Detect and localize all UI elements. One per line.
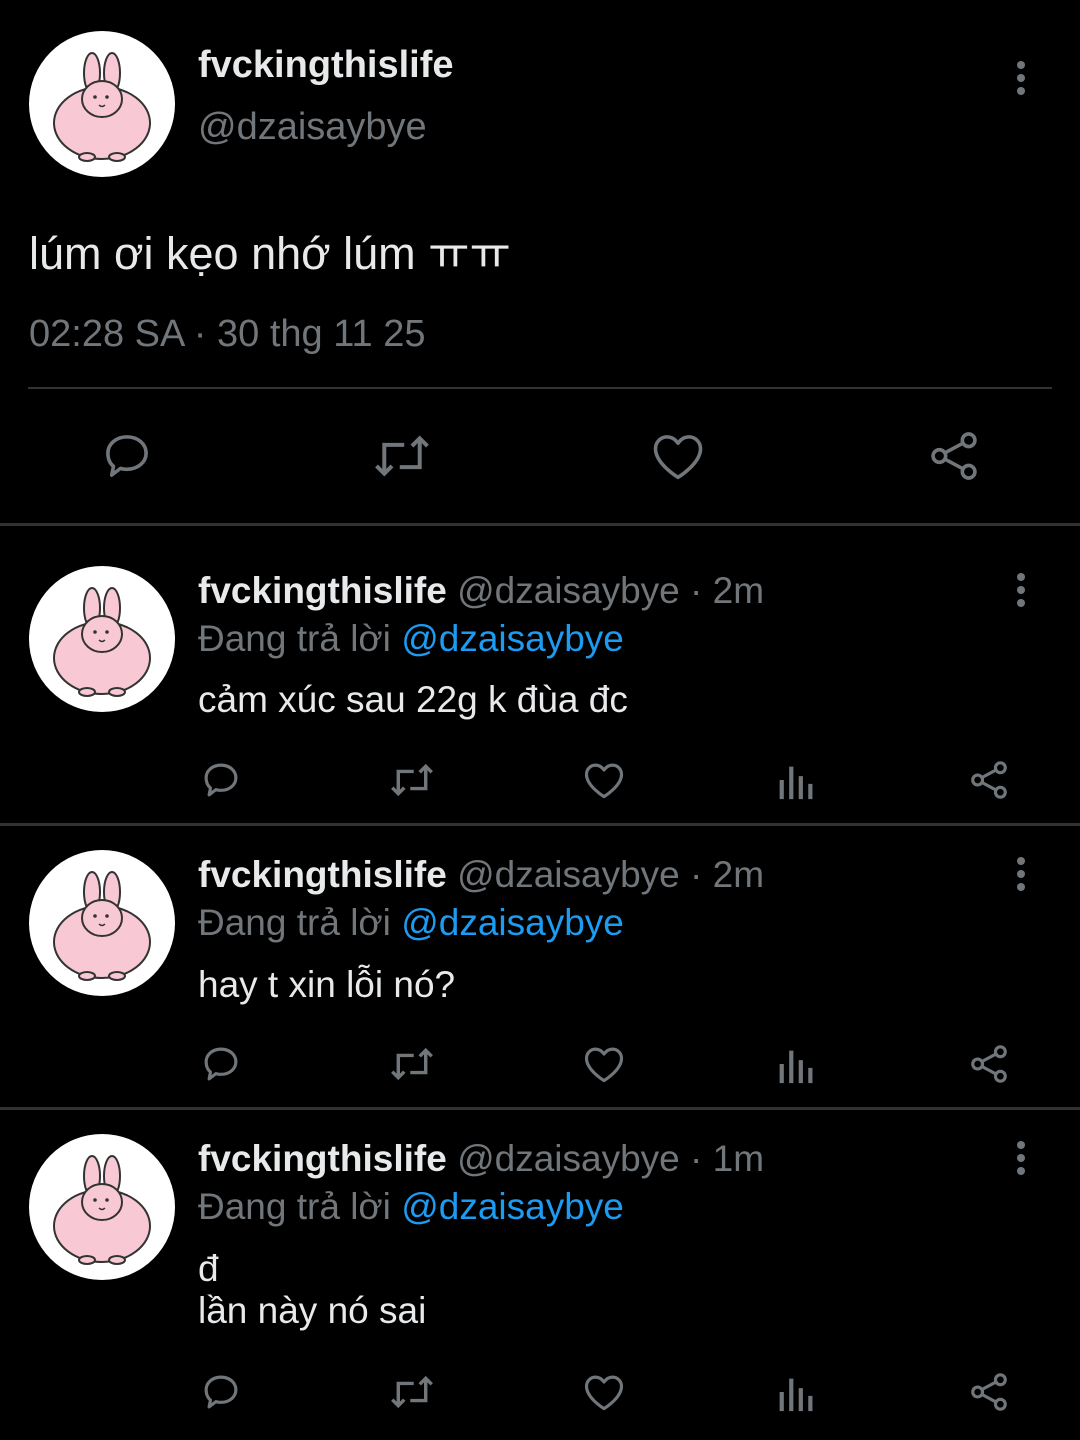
bunny-avatar-icon <box>53 52 151 162</box>
replying-to: Đang trả lời @dzaisaybye <box>198 902 624 944</box>
section-divider <box>0 823 1080 826</box>
divider <box>28 387 1052 389</box>
retweet-icon[interactable] <box>388 1371 436 1413</box>
display-name[interactable]: fvckingthislife <box>198 854 447 895</box>
share-icon[interactable] <box>927 429 981 483</box>
reply-header: fvckingthislife @dzaisaybye · 1m <box>198 1138 764 1180</box>
tweet-timestamp[interactable]: 02:28 SA · 30 thg 11 25 <box>29 313 426 356</box>
views-icon[interactable] <box>777 759 817 801</box>
views-icon[interactable] <box>777 1371 817 1413</box>
reply-text-line: cảm xúc sau 22g k đùa đc <box>198 679 628 720</box>
reply-header: fvckingthislife @dzaisaybye · 2m <box>198 570 764 612</box>
like-icon[interactable] <box>583 760 625 800</box>
share-icon[interactable] <box>968 1043 1010 1085</box>
like-icon[interactable] <box>583 1372 625 1412</box>
bunny-avatar-icon <box>53 871 151 981</box>
section-divider <box>0 1107 1080 1110</box>
avatar[interactable] <box>29 1134 175 1280</box>
share-icon[interactable] <box>968 759 1010 801</box>
bunny-avatar-icon <box>53 587 151 697</box>
replying-label: Đang trả lời <box>198 618 391 659</box>
reply-text-line: đ <box>198 1248 219 1289</box>
handle-time[interactable]: @dzaisaybye · 1m <box>457 1138 764 1179</box>
views-icon[interactable] <box>777 1043 817 1085</box>
mention-link[interactable]: @dzaisaybye <box>401 618 624 659</box>
handle-time[interactable]: @dzaisaybye · 2m <box>457 570 764 611</box>
replying-label: Đang trả lời <box>198 1186 391 1227</box>
reply-text: cảm xúc sau 22g k đùa đc <box>198 679 628 721</box>
more-options-icon[interactable] <box>1001 1133 1041 1183</box>
more-options-icon[interactable] <box>1001 849 1041 899</box>
reply-text: hay t xin lỗi nó? <box>198 964 455 1006</box>
more-options-icon[interactable] <box>1001 565 1041 615</box>
retweet-icon[interactable] <box>371 429 433 483</box>
reply-text-line: lần này nó sai <box>198 1290 427 1331</box>
display-name[interactable]: fvckingthislife <box>198 1138 447 1179</box>
reply-header: fvckingthislife @dzaisaybye · 2m <box>198 854 764 896</box>
display-name[interactable]: fvckingthislife <box>198 44 454 87</box>
mention-link[interactable]: @dzaisaybye <box>401 902 624 943</box>
replying-to: Đang trả lời @dzaisaybye <box>198 1186 624 1228</box>
handle-time[interactable]: @dzaisaybye · 2m <box>457 854 764 895</box>
share-icon[interactable] <box>968 1371 1010 1413</box>
reply-icon[interactable] <box>200 1043 242 1085</box>
more-options-icon[interactable] <box>1001 53 1041 103</box>
section-divider <box>0 523 1080 526</box>
replying-to: Đang trả lời @dzaisaybye <box>198 618 624 660</box>
display-name[interactable]: fvckingthislife <box>198 570 447 611</box>
like-icon[interactable] <box>583 1044 625 1084</box>
reply-text-line: hay t xin lỗi nó? <box>198 964 456 1005</box>
reply-icon[interactable] <box>100 429 154 483</box>
reply-text: đ lần này nó sai <box>198 1248 426 1332</box>
avatar[interactable] <box>29 850 175 996</box>
reply-icon[interactable] <box>200 1371 242 1413</box>
avatar[interactable] <box>29 31 175 177</box>
like-icon[interactable] <box>651 431 705 481</box>
reply-icon[interactable] <box>200 759 242 801</box>
handle[interactable]: @dzaisaybye <box>198 106 427 149</box>
avatar[interactable] <box>29 566 175 712</box>
retweet-icon[interactable] <box>388 759 436 801</box>
mention-link[interactable]: @dzaisaybye <box>401 1186 624 1227</box>
bunny-avatar-icon <box>53 1155 151 1265</box>
replying-label: Đang trả lời <box>198 902 391 943</box>
tweet-text: lúm ơi kẹo nhớ lúm ㅠㅠ <box>29 228 511 279</box>
retweet-icon[interactable] <box>388 1043 436 1085</box>
